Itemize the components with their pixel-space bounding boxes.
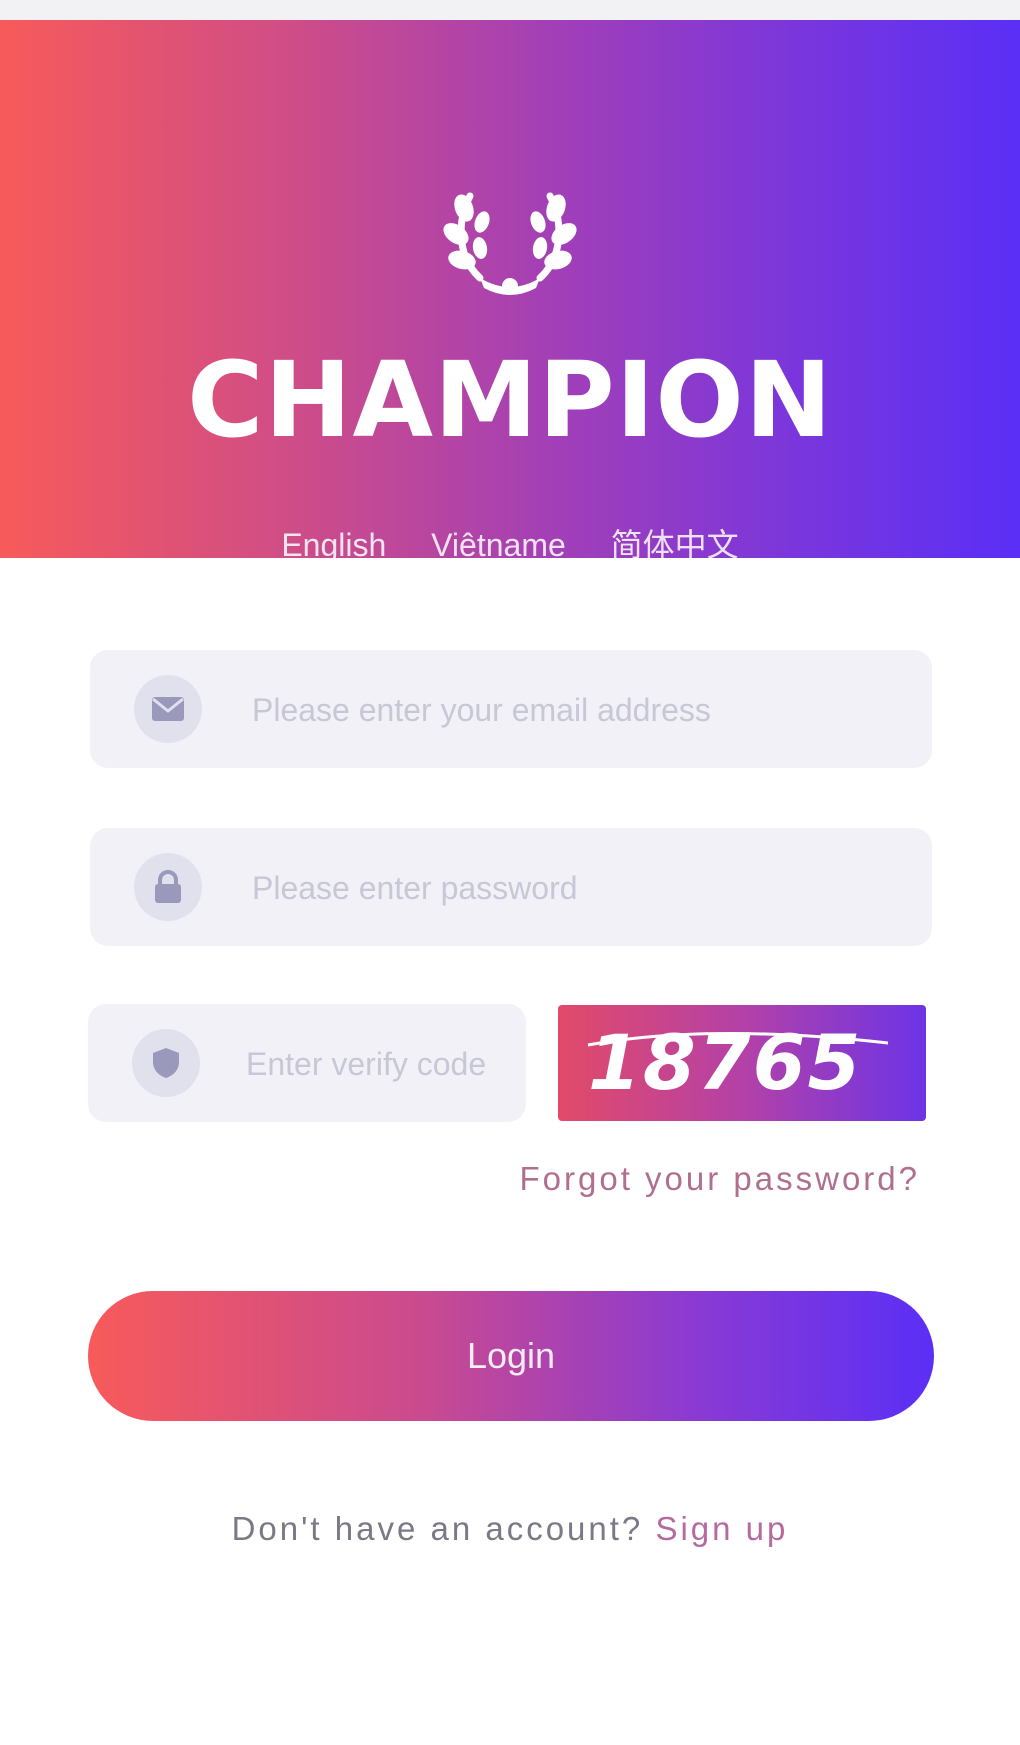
status-bar — [0, 0, 1020, 20]
login-button[interactable]: Login — [88, 1291, 934, 1421]
verify-code-input[interactable] — [244, 1004, 518, 1124]
email-field[interactable] — [90, 650, 932, 770]
forgot-password-link[interactable]: Forgot your password? — [520, 1160, 921, 1198]
password-field[interactable] — [90, 828, 932, 948]
captcha-image[interactable]: 18765 — [558, 1005, 926, 1121]
signup-prompt-text: Don't have an account? — [231, 1510, 644, 1547]
verify-code-field[interactable] — [88, 1004, 526, 1124]
password-input[interactable] — [250, 828, 914, 948]
lock-icon — [134, 853, 202, 921]
language-switcher: English Việtname 简体中文 — [0, 520, 1020, 566]
language-chinese[interactable]: 简体中文 — [611, 527, 739, 563]
mail-icon — [134, 675, 202, 743]
brand-title: CHAMPION — [187, 339, 833, 461]
language-vietnamese[interactable]: Việtname — [431, 527, 566, 563]
language-english[interactable]: English — [281, 527, 386, 563]
header-banner: CHAMPION English Việtname 简体中文 — [0, 20, 1020, 563]
signup-link[interactable]: Sign up — [655, 1510, 788, 1547]
shield-icon — [132, 1029, 200, 1097]
captcha-noise — [587, 1032, 889, 1047]
signup-prompt: Don't have an account? Sign up — [0, 1510, 1020, 1548]
laurel-wreath-icon — [443, 192, 577, 295]
email-input[interactable] — [250, 650, 914, 770]
